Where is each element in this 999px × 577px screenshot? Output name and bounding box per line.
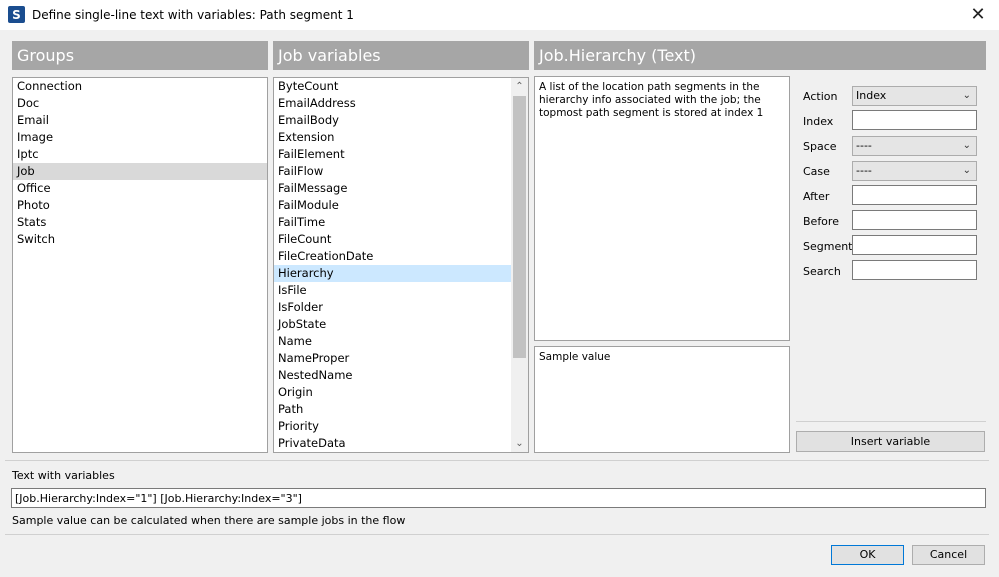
job-variable-item[interactable]: FileCount xyxy=(274,231,512,248)
groups-list-item[interactable]: Switch xyxy=(13,231,267,248)
job-variables-header: Job variables xyxy=(273,41,529,70)
variable-description: A list of the location path segments in … xyxy=(534,76,790,341)
groups-list-item[interactable]: Iptc xyxy=(13,146,267,163)
cancel-button[interactable]: Cancel xyxy=(912,545,985,565)
window-title: Define single-line text with variables: … xyxy=(32,8,354,22)
app-icon: S xyxy=(8,6,25,23)
groups-list[interactable]: Connection Doc Email Image Iptc Job Office Phot… xyxy=(12,77,268,453)
scroll-up-icon[interactable]: ⌃ xyxy=(511,78,528,95)
job-variable-item[interactable]: IsFolder xyxy=(274,299,512,316)
after-input[interactable] xyxy=(852,185,977,205)
job-variable-item[interactable]: FileCreationDate xyxy=(274,248,512,265)
groups-list-item[interactable]: Job xyxy=(13,163,267,180)
job-variable-item[interactable]: JobState xyxy=(274,316,512,333)
index-input[interactable] xyxy=(852,110,977,130)
job-variables-list[interactable]: ByteCount EmailAddress EmailBody Extension F… xyxy=(273,77,529,453)
job-variable-item[interactable]: FailMessage xyxy=(274,180,512,197)
job-variable-item[interactable]: FailElement xyxy=(274,146,512,163)
scroll-thumb[interactable] xyxy=(513,96,526,358)
job-variables-scrollbar[interactable]: ⌃ ⌄ xyxy=(511,78,528,452)
space-label: Space xyxy=(803,140,837,153)
case-combo[interactable]: ---- ⌄ xyxy=(852,161,977,181)
groups-list-item[interactable]: Email xyxy=(13,112,267,129)
chevron-down-icon: ⌄ xyxy=(962,90,971,101)
chevron-down-icon: ⌄ xyxy=(962,165,971,176)
groups-list-item[interactable]: Photo xyxy=(13,197,267,214)
search-label: Search xyxy=(803,265,841,278)
job-variable-item[interactable]: FailFlow xyxy=(274,163,512,180)
job-variable-item[interactable]: Extension xyxy=(274,129,512,146)
job-variable-item[interactable]: Priority xyxy=(274,418,512,435)
groups-list-item[interactable]: Stats xyxy=(13,214,267,231)
job-variable-item[interactable]: NameProper xyxy=(274,350,512,367)
job-variable-item[interactable]: Origin xyxy=(274,384,512,401)
segment-input[interactable] xyxy=(852,235,977,255)
detail-header: Job.Hierarchy (Text) xyxy=(534,41,986,70)
segment-label: Segment xyxy=(803,240,853,253)
space-combo[interactable]: ---- ⌄ xyxy=(852,136,977,156)
close-icon[interactable]: ✕ xyxy=(965,2,991,28)
job-variable-item[interactable]: PrivateData xyxy=(274,435,512,452)
groups-header: Groups xyxy=(12,41,268,70)
case-label: Case xyxy=(803,165,830,178)
job-variable-item[interactable]: NestedName xyxy=(274,367,512,384)
job-variable-item[interactable]: ByteCount xyxy=(274,78,512,95)
scroll-down-icon[interactable]: ⌄ xyxy=(511,435,528,452)
job-variable-item[interactable]: EmailBody xyxy=(274,112,512,129)
groups-list-item[interactable]: Image xyxy=(13,129,267,146)
text-with-variables-label: Text with variables xyxy=(12,469,115,482)
index-label: Index xyxy=(803,115,834,128)
job-variable-item[interactable]: Name xyxy=(274,333,512,350)
title-bar: S Define single-line text with variables… xyxy=(0,0,999,30)
job-variable-item[interactable]: IsFile xyxy=(274,282,512,299)
insert-variable-button[interactable]: Insert variable xyxy=(796,431,985,452)
footer-divider xyxy=(5,534,989,535)
job-variable-item[interactable]: EmailAddress xyxy=(274,95,512,112)
section-divider xyxy=(5,460,989,461)
sample-value-note: Sample value can be calculated when ther… xyxy=(12,514,406,527)
before-input[interactable] xyxy=(852,210,977,230)
search-input[interactable] xyxy=(852,260,977,280)
job-variable-item[interactable]: FailTime xyxy=(274,214,512,231)
action-combo[interactable]: Index ⌄ xyxy=(852,86,977,106)
sample-value-box: Sample value xyxy=(534,346,790,453)
groups-list-item[interactable]: Connection xyxy=(13,78,267,95)
action-value: Index xyxy=(856,89,887,102)
groups-list-item[interactable]: Doc xyxy=(13,95,267,112)
options-divider xyxy=(796,421,986,422)
job-variable-item[interactable]: Path xyxy=(274,401,512,418)
sample-value-label: Sample value xyxy=(539,351,611,363)
before-label: Before xyxy=(803,215,839,228)
chevron-down-icon: ⌄ xyxy=(962,140,971,151)
job-variable-item[interactable]: FailModule xyxy=(274,197,512,214)
action-label: Action xyxy=(803,90,838,103)
ok-button[interactable]: OK xyxy=(831,545,904,565)
case-value: ---- xyxy=(856,164,872,177)
text-with-variables-input[interactable] xyxy=(11,488,986,508)
after-label: After xyxy=(803,190,830,203)
job-variable-item[interactable]: Hierarchy xyxy=(274,265,512,282)
space-value: ---- xyxy=(856,139,872,152)
groups-list-item[interactable]: Office xyxy=(13,180,267,197)
